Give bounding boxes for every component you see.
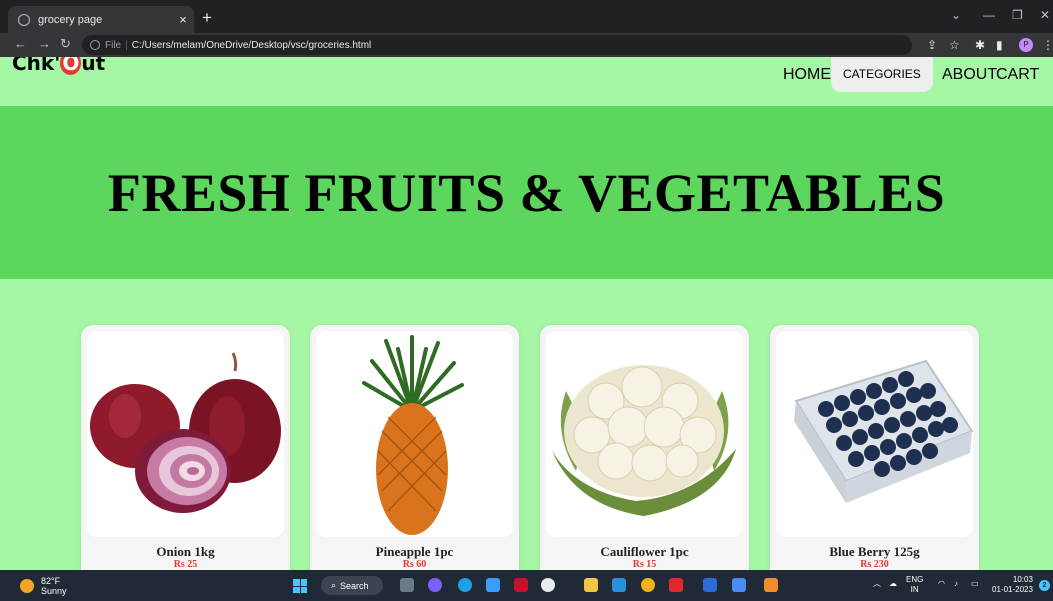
- volume-icon[interactable]: ♪: [954, 579, 958, 589]
- cloud-icon[interactable]: ☁: [889, 579, 897, 589]
- browser-toolbar: ← → ↻ File | C:/Users/melam/OneDrive/Des…: [0, 33, 1053, 57]
- product-card-onion[interactable]: Onion 1kg Rs 25: [81, 325, 290, 570]
- info-icon[interactable]: [90, 40, 100, 50]
- hero-title: FRESH FRUITS & VEGETABLES: [107, 162, 946, 223]
- extensions-icon[interactable]: ✱: [975, 38, 985, 52]
- blueberry-image[interactable]: [776, 331, 973, 537]
- chrome-icon[interactable]: [641, 578, 655, 592]
- store-icon[interactable]: [486, 578, 500, 592]
- clock-time: 10:03: [1012, 575, 1033, 584]
- back-button[interactable]: ←: [14, 36, 27, 51]
- product-price: Rs 230: [860, 559, 889, 570]
- menu-icon[interactable]: ⋮: [1042, 38, 1053, 52]
- notification-badge[interactable]: 2: [1039, 580, 1050, 591]
- minimize-button[interactable]: —: [983, 8, 995, 22]
- language-indicator[interactable]: ENG IN: [906, 575, 923, 595]
- nav-cart[interactable]: CART: [996, 57, 1039, 92]
- chevron-up-icon[interactable]: ︿: [873, 579, 881, 589]
- sun-icon: [20, 579, 34, 593]
- share-icon[interactable]: ⇪: [927, 38, 937, 52]
- word-icon[interactable]: [703, 578, 717, 592]
- taskbar: 82°F Sunny ⌕ Search ︿ ☁ ENG IN ◠ ♪ ▭ 10:…: [0, 570, 1053, 601]
- weather-temp: 82°F: [41, 576, 61, 586]
- sidepanel-icon[interactable]: ▮: [996, 38, 1003, 52]
- wifi-icon[interactable]: ◠: [938, 579, 945, 589]
- nav-categories[interactable]: CATEGORIES: [831, 57, 933, 92]
- product-card-blueberry[interactable]: Blue Berry 125g Rs 230: [770, 325, 979, 570]
- product-price: Rs 60: [402, 559, 427, 570]
- logo-text-3: ut: [81, 57, 106, 75]
- logo-text-2: O: [60, 57, 82, 75]
- search-icon: ⌕: [331, 580, 337, 590]
- new-tab-button[interactable]: +: [202, 8, 212, 28]
- clock-date: 01-01-2023: [992, 585, 1033, 594]
- product-card-cauliflower[interactable]: Cauliflower 1pc Rs 15: [540, 325, 749, 570]
- site-logo[interactable]: Chk' Out: [12, 57, 105, 75]
- weather-widget[interactable]: 82°F Sunny: [20, 576, 67, 596]
- product-card-pineapple[interactable]: Pineapple 1pc Rs 60: [310, 325, 519, 570]
- logo-text-1: Chk': [12, 57, 61, 75]
- battery-icon[interactable]: ▭: [971, 579, 979, 589]
- acrobat-icon[interactable]: [669, 578, 683, 592]
- product-name: Pineapple 1pc: [375, 544, 454, 559]
- pineapple-image[interactable]: [316, 331, 513, 537]
- product-price: Rs 25: [173, 559, 198, 570]
- reload-button[interactable]: ↻: [60, 36, 71, 52]
- nav-about[interactable]: ABOUT: [942, 57, 997, 92]
- address-url[interactable]: C:/Users/melam/OneDrive/Desktop/vsc/groc…: [132, 40, 372, 51]
- product-name: Blue Berry 125g: [829, 544, 920, 559]
- teams-icon[interactable]: [428, 578, 442, 592]
- address-bar[interactable]: File | C:/Users/melam/OneDrive/Desktop/v…: [82, 35, 912, 55]
- lang-top: ENG: [906, 575, 924, 584]
- forward-button[interactable]: →: [38, 36, 51, 51]
- vscode-icon[interactable]: [612, 578, 626, 592]
- tab-title: grocery page: [38, 13, 103, 26]
- tab-close-button[interactable]: ×: [172, 12, 194, 27]
- star-icon[interactable]: ☆: [949, 38, 960, 52]
- web-page: Chk' Out HOME CATEGORIES ABOUT CART FRESH…: [0, 57, 1053, 570]
- browser-tab-bar: grocery page × + ⌄ — ❐ ✕: [0, 0, 1053, 33]
- taskbar-search[interactable]: ⌕ Search: [321, 576, 383, 595]
- browser-tab[interactable]: grocery page ×: [8, 6, 194, 33]
- edge-icon[interactable]: [458, 578, 472, 592]
- task-view-icon[interactable]: [400, 578, 414, 592]
- cauliflower-image[interactable]: [546, 331, 743, 537]
- globe-icon: [18, 13, 30, 26]
- address-file-label: File: [105, 39, 122, 51]
- weather-condition: Sunny: [41, 586, 67, 596]
- search-label: Search: [340, 580, 369, 591]
- lang-bottom: IN: [910, 585, 919, 594]
- chevron-down-icon[interactable]: ⌄: [951, 8, 961, 22]
- restore-button[interactable]: ❐: [1012, 8, 1023, 22]
- product-name: Cauliflower 1pc: [600, 544, 689, 559]
- hero-banner: FRESH FRUITS & VEGETABLES: [0, 106, 1053, 279]
- notepad-icon[interactable]: [732, 578, 746, 592]
- mcafee-icon[interactable]: [514, 578, 528, 592]
- profile-avatar[interactable]: P: [1019, 38, 1033, 52]
- onion-image[interactable]: [87, 331, 284, 537]
- start-button[interactable]: [293, 579, 307, 593]
- dell-icon[interactable]: [541, 578, 555, 592]
- address-separator: |: [125, 39, 128, 51]
- product-name: Onion 1kg: [156, 544, 215, 559]
- app-icon[interactable]: [764, 578, 778, 592]
- product-price: Rs 15: [632, 559, 657, 570]
- close-window-button[interactable]: ✕: [1040, 8, 1050, 22]
- nav-home[interactable]: HOME: [783, 57, 831, 92]
- file-explorer-icon[interactable]: [584, 578, 598, 592]
- clock[interactable]: 10:03 01-01-2023: [992, 575, 1033, 595]
